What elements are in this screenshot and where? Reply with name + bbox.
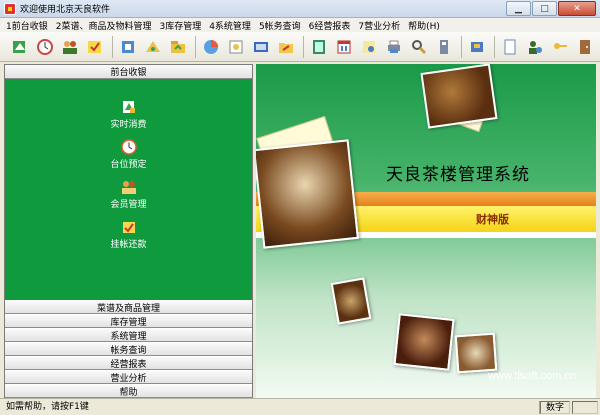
reserve-clock-icon[interactable] bbox=[35, 36, 55, 58]
query-icon[interactable] bbox=[409, 36, 429, 58]
navigation-panel: 前台收银 实时消费 台位预定 会员管理 挂帐还款 菜谱及商品管理 库存管理 系统… bbox=[4, 64, 253, 398]
collapsed-sections: 菜谱及商品管理 库存管理 系统管理 帐务查询 经营报表 营业分析 帮助 bbox=[5, 300, 252, 398]
title-bar: 欢迎使用北京天良软件 ▁ □ ✕ bbox=[0, 0, 600, 18]
app-icon[interactable] bbox=[4, 2, 16, 15]
section-accounts[interactable]: 帐务查询 bbox=[5, 342, 252, 356]
menu-help[interactable]: 帮助(H) bbox=[408, 19, 440, 32]
front-cashier-group: 实时消费 台位预定 会员管理 挂帐还款 bbox=[5, 79, 252, 300]
window-title: 欢迎使用北京天良软件 bbox=[20, 5, 111, 15]
nav-item-label: 挂帐还款 bbox=[110, 240, 147, 250]
section-front-cashier[interactable]: 前台收银 bbox=[5, 65, 252, 79]
tea-ceremony-photo bbox=[393, 313, 455, 371]
realtime-consume-icon[interactable] bbox=[10, 36, 30, 58]
menu-book-icon[interactable] bbox=[118, 36, 138, 58]
app-title: 天良茶楼管理系统 bbox=[386, 165, 530, 185]
toolbar-separator bbox=[195, 35, 196, 58]
stock-icon[interactable] bbox=[201, 36, 221, 58]
goods-icon[interactable] bbox=[143, 36, 163, 58]
pay-back-icon bbox=[122, 222, 135, 233]
toolbar-separator bbox=[112, 35, 113, 58]
help-hint: 如需帮助，请按F1键 bbox=[0, 400, 540, 414]
key-icon[interactable] bbox=[550, 36, 570, 58]
materials-icon[interactable] bbox=[168, 36, 188, 58]
toolbar-separator bbox=[302, 35, 304, 58]
nav-item-pay-back[interactable]: 挂帐还款 bbox=[5, 219, 252, 250]
realtime-consume-icon bbox=[122, 101, 135, 113]
menu-front-cashier[interactable]: 1前台收银 bbox=[6, 19, 48, 32]
nav-item-label: 实时消费 bbox=[110, 120, 147, 130]
members-icon[interactable] bbox=[60, 36, 80, 58]
toolbar-separator bbox=[460, 35, 462, 58]
nav-item-members[interactable]: 会员管理 bbox=[5, 179, 252, 210]
inventory-icon[interactable] bbox=[226, 36, 246, 58]
print-icon[interactable] bbox=[384, 36, 404, 58]
tea-set-photo bbox=[256, 139, 359, 249]
folder-icon[interactable] bbox=[276, 36, 296, 58]
tea-snack-photo bbox=[454, 332, 498, 374]
section-system[interactable]: 系统管理 bbox=[5, 328, 252, 342]
window-controls: ▁ □ ✕ bbox=[506, 1, 596, 16]
menu-bar: 1前台收银 2菜谱、商品及物料管理 3库存管理 4系统管理 5帐务查询 6经营报… bbox=[0, 18, 600, 32]
status-bar: 如需帮助，请按F1键 数字 bbox=[0, 398, 600, 415]
members-icon bbox=[121, 181, 136, 194]
users-icon[interactable] bbox=[467, 36, 487, 58]
section-reports[interactable]: 经营报表 bbox=[5, 356, 252, 370]
notes-icon[interactable] bbox=[359, 36, 379, 58]
close-button[interactable]: ✕ bbox=[558, 1, 596, 16]
document-icon[interactable] bbox=[500, 36, 520, 58]
nav-item-realtime-consume[interactable]: 实时消费 bbox=[5, 99, 252, 130]
toolbar-separator bbox=[493, 35, 495, 58]
edition-label: 财神版 bbox=[476, 213, 509, 226]
website-url: www.tlsoft.com.cn bbox=[488, 370, 577, 382]
menu-inventory[interactable]: 3库存管理 bbox=[159, 19, 201, 32]
toolbar bbox=[0, 32, 600, 62]
calendar-icon[interactable] bbox=[334, 36, 354, 58]
menu-reports[interactable]: 6经营报表 bbox=[309, 19, 351, 32]
clock-icon bbox=[120, 139, 137, 155]
menu-system[interactable]: 4系统管理 bbox=[209, 19, 251, 32]
report-book-icon[interactable] bbox=[251, 36, 271, 58]
teahouse-photo bbox=[420, 64, 498, 129]
num-lock-indicator: 数字 bbox=[540, 400, 570, 414]
section-inventory[interactable]: 库存管理 bbox=[5, 314, 252, 328]
splash-panel: 天良茶楼管理系统 财神版 www.tlsoft.com.cn bbox=[256, 64, 596, 398]
checkout-icon[interactable] bbox=[85, 36, 105, 58]
tea-cup-photo bbox=[330, 277, 372, 325]
menu-accounts[interactable]: 5帐务查询 bbox=[259, 19, 301, 32]
nav-item-label: 台位预定 bbox=[110, 160, 147, 170]
nav-item-reservation[interactable]: 台位预定 bbox=[5, 139, 252, 170]
section-analysis[interactable]: 营业分析 bbox=[5, 370, 252, 384]
nav-item-label: 会员管理 bbox=[110, 200, 147, 210]
section-help[interactable]: 帮助 bbox=[5, 384, 252, 398]
menu-analysis[interactable]: 7营业分析 bbox=[358, 19, 400, 32]
maximize-button[interactable]: □ bbox=[532, 1, 557, 16]
section-recipes-goods[interactable]: 菜谱及商品管理 bbox=[5, 300, 252, 314]
disk-icon[interactable] bbox=[434, 36, 454, 58]
user-settings-icon[interactable] bbox=[525, 36, 545, 58]
menu-recipes-goods[interactable]: 2菜谱、商品及物料管理 bbox=[56, 19, 152, 32]
exit-door-icon[interactable] bbox=[575, 36, 595, 58]
minimize-button[interactable]: ▁ bbox=[506, 1, 531, 16]
status-pane-empty bbox=[572, 400, 598, 414]
monitor-icon[interactable] bbox=[309, 36, 329, 58]
